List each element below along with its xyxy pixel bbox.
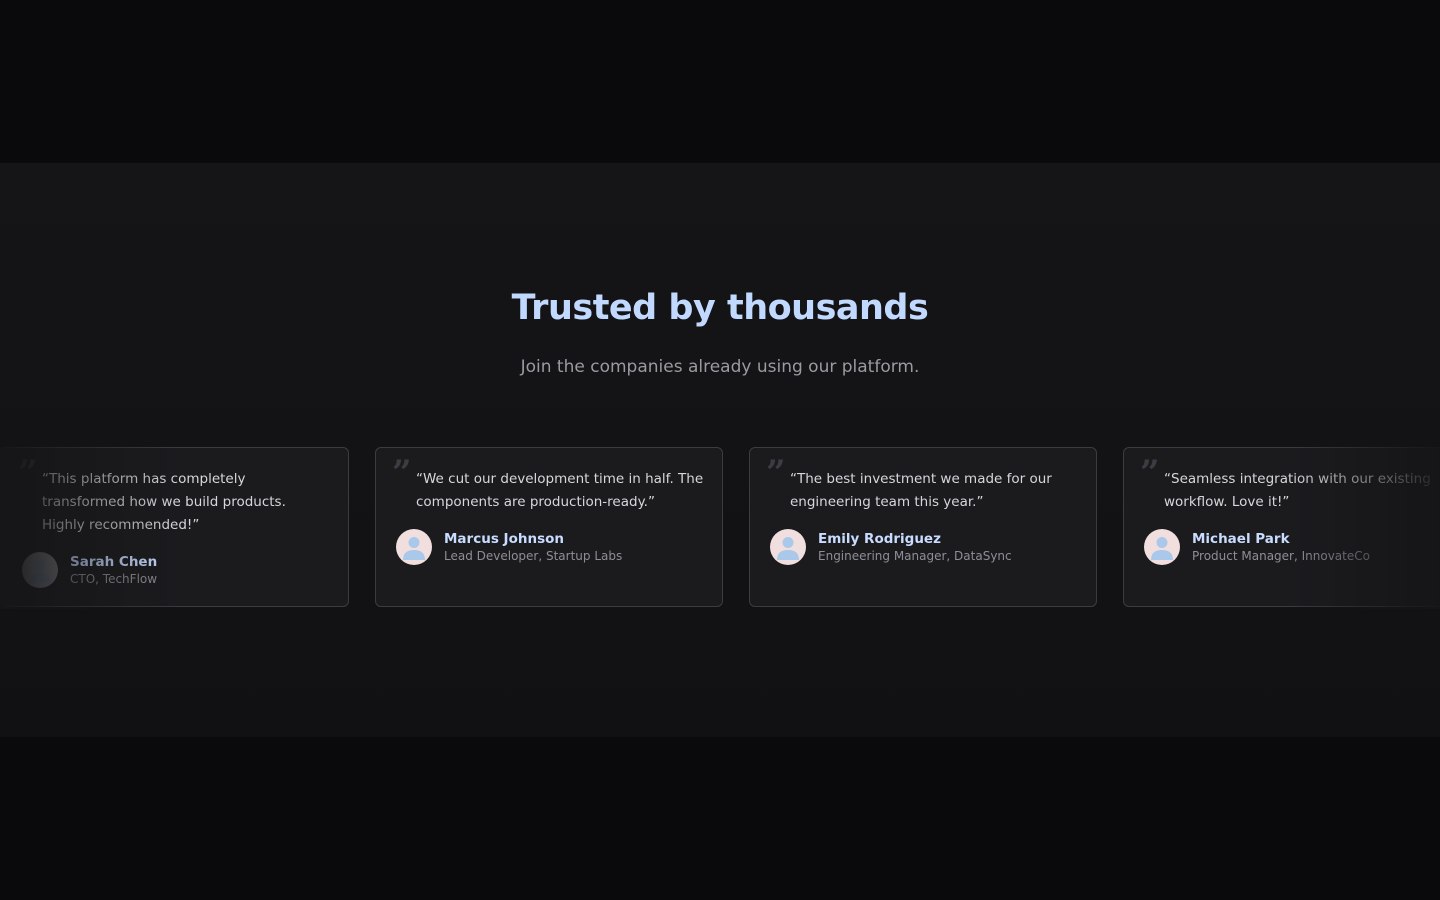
author-name: Marcus Johnson — [444, 530, 564, 547]
testimonial-quote: “We cut our development time in half. Th… — [416, 471, 704, 510]
author-role: CTO, TechFlow — [70, 571, 158, 586]
author-role: Product Manager, InnovateCo — [1192, 548, 1370, 563]
section-subheading: Join the companies already using our pla… — [520, 357, 920, 377]
quote-icon: ” — [766, 453, 786, 493]
user-avatar-icon — [22, 552, 58, 588]
testimonial-author: Michael Park Product Manager, InnovateCo — [1144, 529, 1370, 565]
quote-icon: ” — [1140, 453, 1160, 493]
author-role: Lead Developer, Startup Labs — [444, 548, 623, 563]
testimonial-quote: “Seamless integration with our existing … — [1164, 471, 1431, 510]
testimonial-card: ” “We cut our development time in half. … — [375, 447, 723, 607]
quote-icon: ” — [18, 453, 38, 493]
testimonial-author: Sarah Chen CTO, TechFlow — [22, 552, 157, 588]
user-avatar-icon — [1144, 529, 1180, 565]
author-name: Michael Park — [1192, 530, 1290, 547]
section-heading: Trusted by thousands — [511, 288, 929, 328]
testimonial-card: ” “Seamless integration with our existin… — [1123, 447, 1440, 607]
testimonial-quote: “This platform has completely transforme… — [42, 471, 286, 533]
testimonial-author: Marcus Johnson Lead Developer, Startup L… — [396, 529, 622, 565]
testimonial-card: ” “This platform has completely transfor… — [1, 447, 349, 607]
author-name: Sarah Chen — [70, 553, 158, 570]
user-avatar-icon — [770, 529, 806, 565]
testimonial-card: ” “The best investment we made for our e… — [749, 447, 1097, 607]
author-name: Emily Rodriguez — [818, 530, 941, 547]
user-avatar-icon — [396, 529, 432, 565]
author-role: Engineering Manager, DataSync — [818, 548, 1012, 563]
testimonial-author: Emily Rodriguez Engineering Manager, Dat… — [770, 529, 1012, 565]
quote-icon: ” — [392, 453, 412, 493]
testimonial-carousel[interactable]: ” “This platform has completely transfor… — [0, 447, 1440, 609]
testimonial-quote: “The best investment we made for our eng… — [790, 471, 1052, 510]
